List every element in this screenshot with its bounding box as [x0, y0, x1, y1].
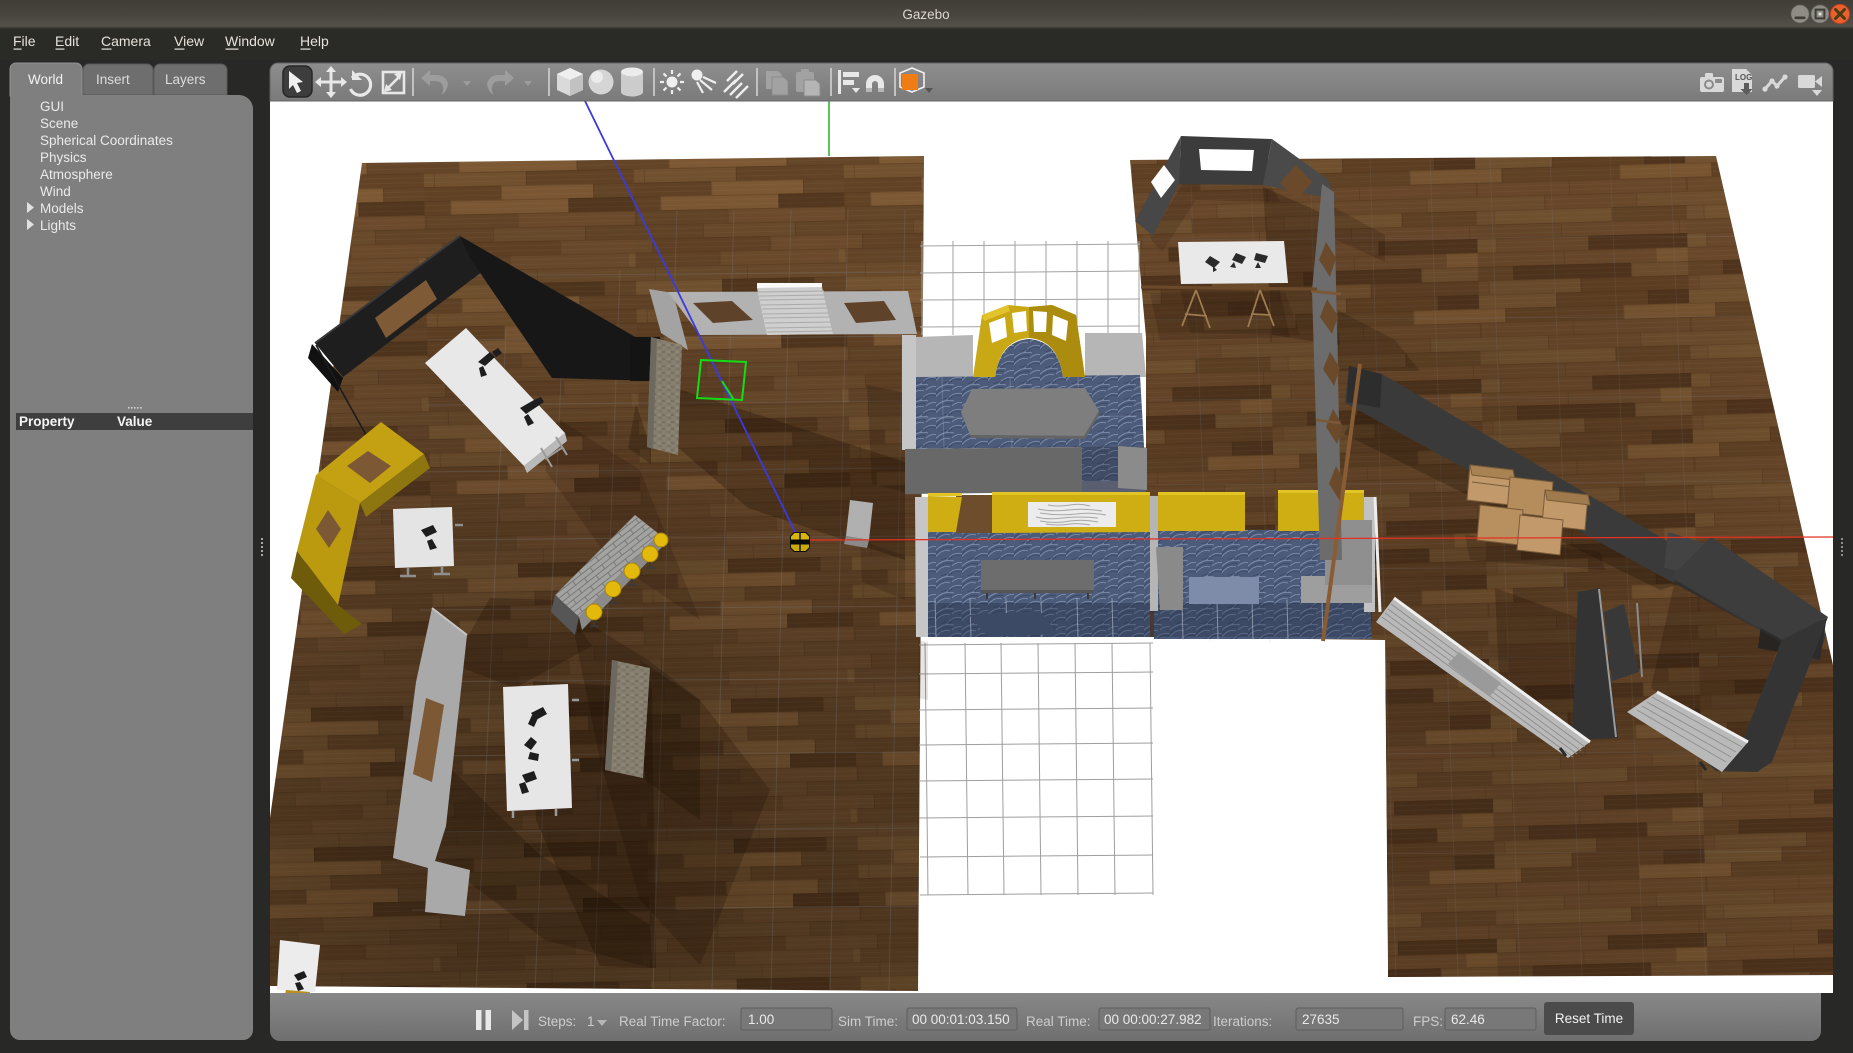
svg-text:Steps:: Steps:: [538, 1014, 576, 1029]
svg-text:World: World: [28, 72, 63, 87]
svg-text:Help: Help: [300, 33, 329, 49]
svg-text:Wind: Wind: [40, 184, 71, 199]
svg-text:Physics: Physics: [40, 150, 87, 165]
svg-text:Real Time Factor:: Real Time Factor:: [619, 1014, 726, 1029]
svg-text:File: File: [13, 33, 36, 49]
svg-text:Window: Window: [225, 33, 276, 49]
svg-text:62.46: 62.46: [1451, 1012, 1485, 1027]
svg-text:GUI: GUI: [40, 99, 64, 114]
svg-text:1.00: 1.00: [748, 1012, 774, 1027]
svg-text:Gazebo: Gazebo: [902, 7, 949, 22]
svg-text:Real Time:: Real Time:: [1026, 1014, 1091, 1029]
svg-text:Layers: Layers: [165, 72, 206, 87]
svg-text:Edit: Edit: [55, 33, 79, 49]
svg-text:Iterations:: Iterations:: [1213, 1014, 1272, 1029]
svg-text:Property: Property: [19, 414, 75, 429]
svg-text:Scene: Scene: [40, 116, 78, 131]
svg-text:1: 1: [587, 1014, 595, 1029]
svg-text:View: View: [174, 33, 205, 49]
svg-text:Models: Models: [40, 201, 84, 216]
svg-text:00 00:01:03.150: 00 00:01:03.150: [912, 1012, 1010, 1027]
svg-text:Reset Time: Reset Time: [1555, 1011, 1623, 1026]
svg-text:Insert: Insert: [96, 72, 130, 87]
svg-text:27635: 27635: [1302, 1012, 1340, 1027]
svg-text:Atmosphere: Atmosphere: [40, 167, 113, 182]
svg-text:FPS:: FPS:: [1413, 1014, 1443, 1029]
svg-text:Sim Time:: Sim Time:: [838, 1014, 898, 1029]
svg-text:Camera: Camera: [101, 33, 151, 49]
svg-text:Spherical Coordinates: Spherical Coordinates: [40, 133, 173, 148]
svg-text:LOG: LOG: [1735, 73, 1752, 82]
svg-text:00 00:00:27.982: 00 00:00:27.982: [1104, 1012, 1202, 1027]
svg-text:Lights: Lights: [40, 218, 76, 233]
svg-text:Value: Value: [117, 414, 153, 429]
